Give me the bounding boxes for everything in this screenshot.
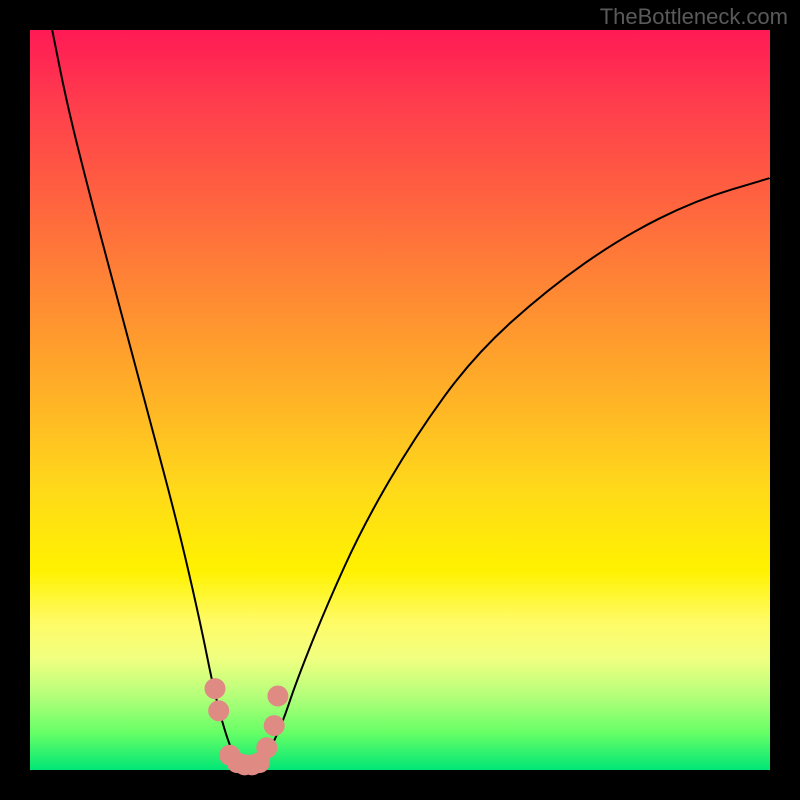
chart-svg xyxy=(30,30,770,770)
watermark-text: TheBottleneck.com xyxy=(600,4,788,30)
chart-frame: TheBottleneck.com xyxy=(0,0,800,800)
highlight-marker xyxy=(264,716,284,736)
highlight-marker xyxy=(209,701,229,721)
highlight-marker xyxy=(205,679,225,699)
highlight-marker xyxy=(257,738,277,758)
highlight-markers-group xyxy=(205,679,288,775)
bottleneck-curve xyxy=(52,30,770,766)
highlight-marker xyxy=(268,686,288,706)
